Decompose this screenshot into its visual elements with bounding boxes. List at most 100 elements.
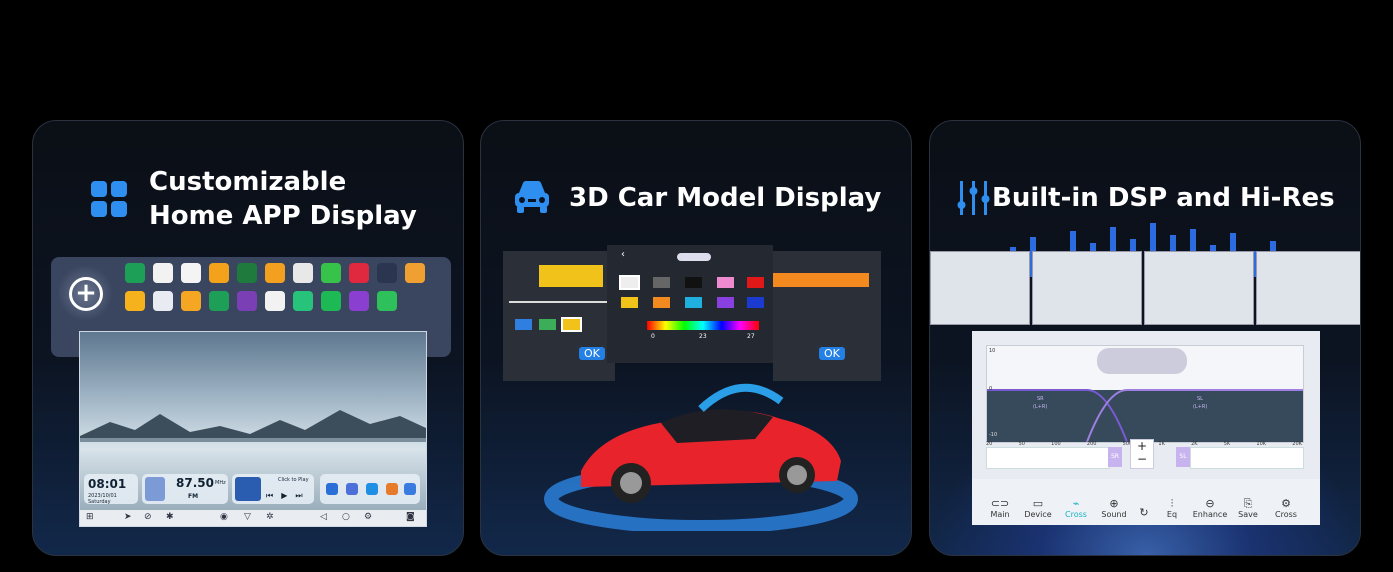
color-swatch-yellow[interactable] <box>539 265 603 287</box>
color-bar-orange <box>773 273 869 287</box>
screen-preview-1[interactable] <box>930 251 1030 325</box>
crossover-curve <box>987 348 1303 442</box>
ok-button-left[interactable]: OK <box>579 347 605 360</box>
playback-controls-icon[interactable]: ⏮▶⏭ <box>266 491 311 501</box>
navigation-nav-icon[interactable]: ➤ <box>124 512 132 522</box>
plus-icon: + <box>69 277 103 311</box>
slides-app-icon[interactable] <box>125 291 145 311</box>
hue-slider[interactable] <box>647 321 759 330</box>
kik-app-icon[interactable] <box>321 263 341 283</box>
swatch-green[interactable] <box>539 319 556 330</box>
apps-nav-icon[interactable]: ⊞ <box>86 512 94 522</box>
screen-preview-2[interactable] <box>1032 251 1142 325</box>
tab-cross-settings[interactable]: ⚙ Cross <box>1266 497 1306 519</box>
swatch-yellow-selected[interactable] <box>561 317 582 332</box>
swatch-navy[interactable] <box>747 297 764 308</box>
excel-app-icon[interactable] <box>237 263 257 283</box>
cross-icon: ⌁ <box>1072 497 1080 510</box>
layers-app-icon[interactable] <box>377 263 397 283</box>
tab-device[interactable]: ▭ Device <box>1018 497 1058 519</box>
card-title: 3D Car Model Display <box>569 183 882 213</box>
swatch-white[interactable] <box>619 275 640 290</box>
maps-dock-icon[interactable] <box>366 483 378 495</box>
steering-nav-icon[interactable]: ⊘ <box>144 512 152 522</box>
chrome-app-icon[interactable] <box>209 263 229 283</box>
chrome-dock-icon[interactable] <box>326 483 338 495</box>
tab-main[interactable]: ⊂⊃ Main <box>980 497 1020 519</box>
video-dock-icon[interactable] <box>346 483 358 495</box>
album-art <box>235 477 261 501</box>
play-store-icon[interactable] <box>181 263 201 283</box>
swatch-purple[interactable] <box>717 297 734 308</box>
add-app-button[interactable]: + <box>57 265 113 321</box>
card-title-line1: Customizable <box>149 167 347 197</box>
swatch-blue[interactable] <box>515 319 532 330</box>
dsp-tab-bar: ⊂⊃ Main ▭ Device ⌁ Cross ⊕ Sound ↻ ⫶ Eq ⊖ Enha… <box>972 479 1320 525</box>
swatch-black[interactable] <box>685 277 702 288</box>
play-music-icon[interactable] <box>181 291 201 311</box>
right-channel-label: SL <box>1197 396 1203 402</box>
onenote-app-icon[interactable] <box>237 291 257 311</box>
music-widget[interactable]: Click to Play ⏮▶⏭ <box>232 474 314 504</box>
car-icon <box>515 181 549 213</box>
fan-nav-icon[interactable]: ✲ <box>266 512 274 522</box>
bluetooth-nav-icon[interactable]: ✱ <box>166 512 174 522</box>
device-icon: ▭ <box>1032 497 1044 510</box>
tab-eq[interactable]: ⫶ Eq <box>1152 497 1192 519</box>
red-sports-car-3d-model[interactable] <box>541 361 861 531</box>
meet-app-icon[interactable] <box>293 291 313 311</box>
back-chevron-icon[interactable]: ‹ <box>621 249 625 260</box>
radio-unit: MHz <box>215 480 226 486</box>
mountain-wallpaper <box>80 410 426 442</box>
tablet-home-screen: 08:01 2023/10/01 Saturday 87.50 MHz FM C… <box>79 331 427 527</box>
sl-filter-settings[interactable] <box>1190 447 1304 469</box>
workspace-app-icon[interactable] <box>153 263 173 283</box>
clock-widget[interactable]: 08:01 2023/10/01 Saturday <box>84 474 138 505</box>
classroom-app-icon[interactable] <box>209 291 229 311</box>
hue-scale-max: 27 <box>747 333 755 340</box>
tab-save[interactable]: ⎘ Save <box>1228 497 1268 519</box>
back-nav-icon[interactable]: ◁ <box>320 512 327 522</box>
wifi-nav-icon[interactable]: ▽ <box>244 512 251 522</box>
swatch-orange[interactable] <box>653 297 670 308</box>
screen-preview-3[interactable] <box>1144 251 1254 325</box>
radio-nav-icon[interactable]: ◉ <box>220 512 228 522</box>
podcast-app-icon[interactable] <box>349 291 369 311</box>
crossover-graph: 10 0 -10 SR (L+R) SL (L+R) <box>986 345 1304 443</box>
car-nav-icon[interactable]: ◙ <box>406 512 415 522</box>
spotify-app-icon[interactable] <box>321 291 341 311</box>
dsp-screen-carousel <box>930 251 1360 331</box>
feedly-app-icon[interactable] <box>377 291 397 311</box>
music-status: Click to Play <box>278 477 309 483</box>
earth-app-icon[interactable] <box>153 291 173 311</box>
radio-widget[interactable]: 87.50 MHz FM <box>142 474 228 504</box>
screen-preview-4[interactable] <box>1256 251 1360 325</box>
music-dock-icon[interactable] <box>386 483 398 495</box>
tab-enhance[interactable]: ⊖ Enhance <box>1190 497 1230 519</box>
photos-app-icon[interactable] <box>265 291 285 311</box>
radio-wave-icon <box>145 477 165 501</box>
flag-app-icon[interactable] <box>265 263 285 283</box>
swatch-pink[interactable] <box>717 277 734 288</box>
iheart-app-icon[interactable] <box>349 263 369 283</box>
tab-cross-active[interactable]: ⌁ Cross <box>1056 497 1096 519</box>
home-nav-icon[interactable]: ○ <box>342 512 350 522</box>
sr-filter-settings[interactable] <box>986 447 1110 469</box>
settings-nav-icon[interactable]: ⚙ <box>364 512 372 522</box>
settings-dock-icon[interactable] <box>404 483 416 495</box>
brightness-slider[interactable] <box>509 301 609 303</box>
camera-app-icon[interactable] <box>293 263 313 283</box>
gain-stepper[interactable]: + − <box>1130 439 1154 469</box>
minus-icon[interactable]: − <box>1131 453 1153 466</box>
swatch-gray[interactable] <box>653 277 670 288</box>
swatch-gold[interactable] <box>621 297 638 308</box>
k-app-icon[interactable] <box>405 263 425 283</box>
ok-button-right[interactable]: OK <box>819 347 845 360</box>
swatch-cyan[interactable] <box>685 297 702 308</box>
sr-channel-tag: SR <box>1108 447 1122 467</box>
sheets-app-icon[interactable] <box>125 263 145 283</box>
swatch-red[interactable] <box>747 277 764 288</box>
save-icon: ⎘ <box>1243 497 1253 510</box>
dsp-crossover-panel: 10 0 -10 SR (L+R) SL (L+R) 20 50 100 200… <box>972 331 1320 525</box>
hue-scale-value: 23 <box>699 333 707 340</box>
